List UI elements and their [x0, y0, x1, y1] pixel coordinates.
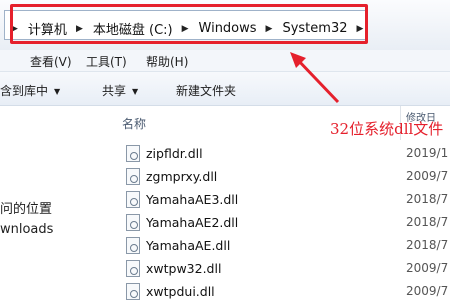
file-date: 2009/7 [406, 261, 449, 275]
file-date: 2018/7 [406, 215, 449, 229]
annotation-arrow-icon [290, 52, 340, 104]
dll-file-icon [126, 260, 140, 277]
file-list: zipfldr.dll 2019/1 zgmprxy.dll 2009/7 Ya… [100, 140, 450, 300]
dll-file-icon [126, 168, 140, 185]
address-bar: ▶ 计算机 ▶ 本地磁盘 (C:) ▶ Windows ▶ System32 ▶ [0, 0, 450, 50]
menu-bar: 查看(V) 工具(T) 帮助(H) [0, 50, 450, 72]
file-name: xwtpw32.dll [146, 261, 222, 276]
file-date: 2019/1 [406, 146, 449, 160]
file-row[interactable]: zipfldr.dll 2019/1 [100, 142, 450, 166]
nav-item-downloads[interactable]: wnloads [0, 222, 53, 237]
dll-file-icon [126, 191, 140, 208]
file-name: zgmprxy.dll [146, 169, 218, 184]
dll-file-icon [126, 145, 140, 162]
menu-tools[interactable]: 工具(T) [86, 53, 127, 70]
dll-file-icon [126, 283, 140, 300]
file-row[interactable]: xwtpdui.dll 2009/7 [100, 280, 450, 300]
file-name: YamahaAE3.dll [146, 192, 239, 207]
file-name: zipfldr.dll [146, 146, 203, 161]
annotation-text: 32位系统dll文件 [330, 120, 444, 138]
include-in-library-label: 含到库中 [0, 84, 49, 98]
highlight-box [10, 4, 368, 44]
menu-help[interactable]: 帮助(H) [146, 53, 188, 70]
file-row[interactable]: YamahaAE.dll 2018/7 [100, 234, 450, 258]
file-row[interactable]: zgmprxy.dll 2009/7 [100, 165, 450, 189]
chevron-down-icon: ▼ [132, 87, 139, 96]
file-name: YamahaAE2.dll [146, 215, 239, 230]
file-row[interactable]: xwtpw32.dll 2009/7 [100, 257, 450, 281]
dll-file-icon [126, 237, 140, 254]
dll-file-icon [126, 214, 140, 231]
file-date: 2009/7 [406, 169, 449, 183]
file-row[interactable]: YamahaAE2.dll 2018/7 [100, 211, 450, 235]
chevron-down-icon: ▼ [54, 87, 61, 96]
file-date: 2018/7 [406, 192, 449, 206]
file-name: YamahaAE.dll [146, 238, 231, 253]
file-date: 2009/7 [406, 284, 449, 298]
command-toolbar: 含到库中 ▼ 共享 ▼ 新建文件夹 [0, 72, 450, 106]
file-date: 2018/7 [406, 238, 449, 252]
file-row[interactable]: YamahaAE3.dll 2018/7 [100, 188, 450, 212]
menu-view[interactable]: 查看(V) [30, 53, 72, 70]
column-header-name[interactable]: 名称 [122, 115, 146, 132]
share-label: 共享 [102, 84, 127, 98]
share-button[interactable]: 共享 ▼ [102, 82, 138, 99]
file-name: xwtpdui.dll [146, 284, 215, 299]
new-folder-button[interactable]: 新建文件夹 [176, 82, 236, 99]
nav-item-recent-places[interactable]: 问的位置 [0, 198, 52, 217]
navigation-pane: 问的位置 wnloads [0, 106, 100, 300]
include-in-library-button[interactable]: 含到库中 ▼ [0, 82, 60, 99]
